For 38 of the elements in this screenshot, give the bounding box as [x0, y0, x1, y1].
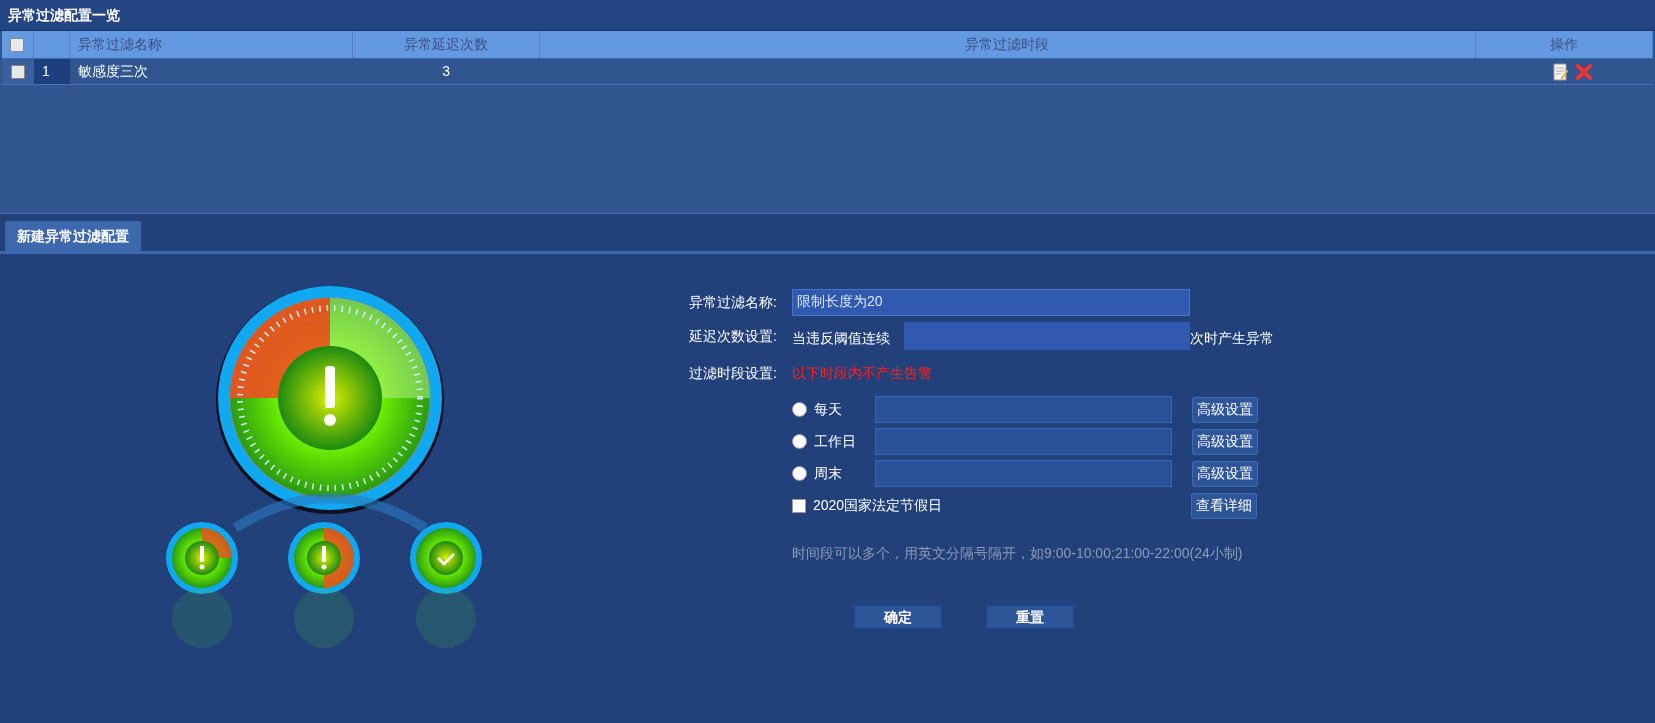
checkbox[interactable] [10, 37, 25, 52]
time-input[interactable] [875, 460, 1172, 487]
option-label: 2020国家法定节假日 [812, 496, 944, 515]
radio-button[interactable] [792, 434, 807, 449]
warning-text: 以下时段内不产生告警 [792, 363, 932, 383]
tab[interactable]: 新建异常过滤配置 [5, 221, 141, 251]
checkbox[interactable] [792, 498, 806, 513]
name-input[interactable]: 限制长度为20 [792, 288, 1190, 316]
column-header: 操作 [1550, 35, 1579, 54]
column-header: 异常延迟次数 [403, 35, 488, 54]
field-label: 次时产生异常 [1190, 328, 1274, 348]
time-input[interactable] [875, 396, 1172, 423]
option-label: 周末 [813, 464, 843, 483]
edit-icon[interactable] [1553, 62, 1569, 81]
panel-title: 异常过滤配置一览 [8, 5, 120, 25]
column-header: 异常过滤时段 [965, 35, 1050, 54]
advanced-button[interactable]: 高级设置 [1192, 460, 1258, 487]
field-label: 延迟次数设置: [689, 326, 778, 346]
time-input[interactable] [875, 428, 1172, 455]
advanced-button[interactable]: 高级设置 [1192, 428, 1258, 455]
table-cell-text: 敏感度三次 [77, 62, 148, 81]
delay-input[interactable] [904, 322, 1190, 350]
field-label: 异常过滤名称: [689, 292, 778, 312]
hint-text: 时间段可以多个，用英文分隔号隔开，如9:00-10:00;21:00-22:00(24小制) [791, 544, 1244, 563]
option-label: 工作日 [813, 432, 857, 451]
row-number: 1 [42, 62, 50, 81]
field-label: 过滤时段设置: [689, 363, 778, 383]
form-button[interactable]: 重置 [985, 604, 1075, 630]
advanced-button[interactable]: 高级设置 [1192, 396, 1258, 423]
checkbox[interactable] [11, 64, 25, 79]
field-label: 当违反阈值连续 [792, 328, 891, 348]
advanced-button[interactable]: 查看详细 [1191, 492, 1257, 519]
option-label: 每天 [813, 400, 843, 419]
table-cell-text: 3 [442, 62, 451, 81]
radio-button[interactable] [792, 402, 807, 417]
form-button[interactable]: 确定 [853, 604, 943, 630]
radio-button[interactable] [792, 466, 807, 481]
column-header: 异常过滤名称 [77, 35, 162, 54]
